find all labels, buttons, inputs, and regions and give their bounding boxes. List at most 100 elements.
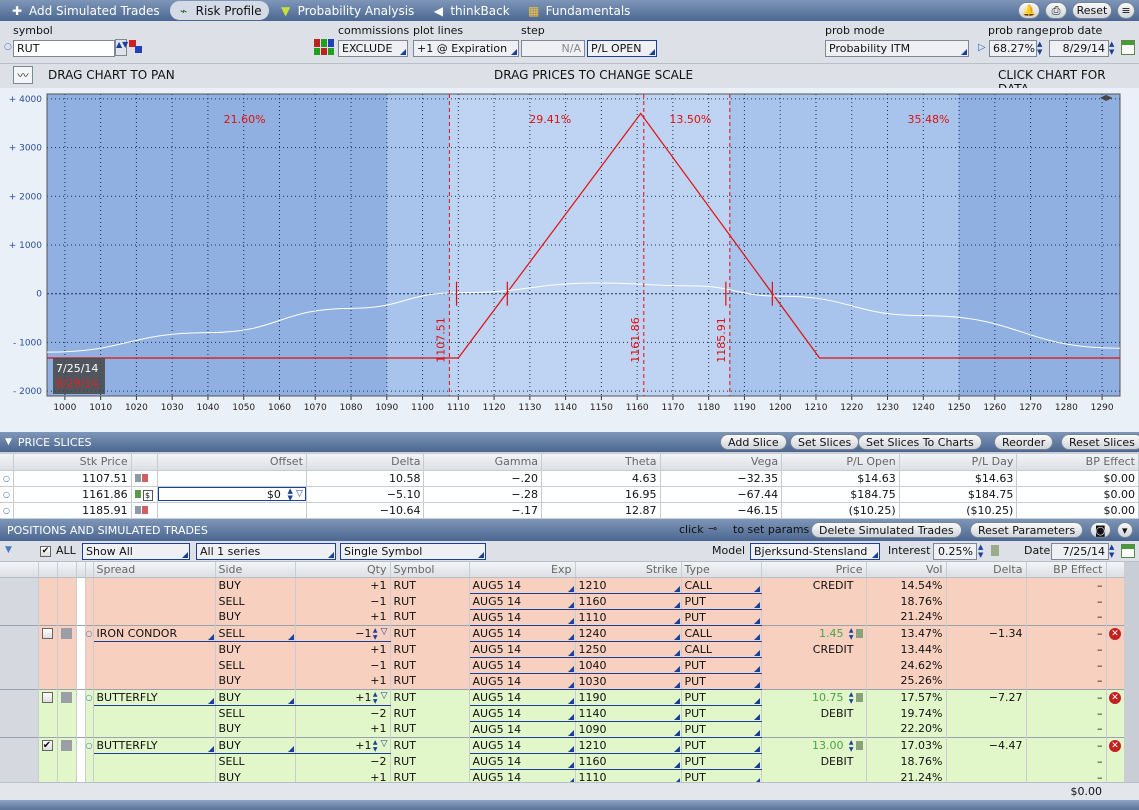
collapse-icon[interactable]: ▼ [5, 437, 12, 447]
tab-probability-analysis[interactable]: ▼ Probability Analysis [272, 1, 422, 20]
type-select[interactable]: CALL [680, 624, 762, 642]
col-symbol[interactable]: Symbol [390, 562, 470, 578]
show-all-select[interactable]: Show All [82, 543, 190, 560]
print-button[interactable]: ⎙ [1045, 2, 1067, 19]
type-select[interactable]: PUT [680, 736, 762, 754]
exp-select[interactable]: AUG5 14 [468, 672, 576, 690]
interest-lock-icon[interactable] [991, 545, 999, 556]
strike-select[interactable]: 1110 [574, 608, 682, 626]
chart-style-icon[interactable]: 〰 [13, 66, 33, 84]
col-vega[interactable]: Vega [660, 454, 783, 471]
calendar-icon[interactable] [1121, 40, 1135, 55]
qty-cell[interactable]: +1 ▲ ▼ ▽ [294, 736, 391, 754]
lock-icon[interactable] [131, 470, 158, 487]
slice-stk-price[interactable]: 1185.91 [13, 502, 132, 519]
prob-date-input[interactable]: 8/29/14 [1049, 40, 1109, 57]
price-lock-icon[interactable] [855, 740, 863, 750]
row-select-checkbox[interactable] [38, 688, 58, 705]
price-cell[interactable]: 1.45 ▲ ▼ [761, 624, 867, 641]
qty-dropdown-icon[interactable]: ▽ [381, 739, 388, 749]
row-color-box[interactable] [57, 688, 77, 705]
qty-stepper[interactable]: ▲ ▼ [373, 627, 378, 641]
spread-select[interactable]: BUTTERFLY [92, 736, 216, 754]
reset-parameters-button[interactable]: Reset Parameters [970, 522, 1084, 538]
exp-select[interactable]: AUG5 14 [468, 624, 576, 642]
qty-cell[interactable]: −1 ▲ ▼ ▽ [294, 624, 391, 642]
exp-select[interactable]: AUG5 14 [468, 576, 576, 594]
strike-select[interactable]: 1140 [574, 704, 682, 722]
price-cell[interactable]: 13.00 ▲ ▼ [761, 736, 867, 753]
col-price[interactable]: Price [761, 562, 867, 578]
prob-range-stepper[interactable]: ▲ ▼ [1037, 40, 1042, 56]
row-dot-icon[interactable]: ○ [85, 736, 94, 753]
col-delta[interactable]: Delta [306, 454, 425, 471]
strike-select[interactable]: 1190 [574, 688, 682, 706]
delete-row-button[interactable]: ✕ [1106, 624, 1125, 641]
risk-profile-svg[interactable]: 1000 1010 1020 1030 1040 1050 1060 1070 1080 1090… [0, 88, 1139, 434]
col-type[interactable]: Type [681, 562, 762, 578]
col-stk-price[interactable]: Stk Price [13, 454, 132, 471]
exp-select[interactable]: AUG5 14 [468, 688, 576, 706]
model-select[interactable]: Bjerksund-Stensland [750, 543, 880, 560]
all-checkbox[interactable]: ✔ [40, 544, 51, 557]
interest-input[interactable]: 0.25% [933, 543, 977, 560]
col-offset[interactable]: Offset [157, 454, 307, 471]
side-cell[interactable]: BUY [214, 688, 296, 706]
tab-add-simulated-trades[interactable]: ✚ Add Simulated Trades [3, 1, 167, 20]
add-slice-button[interactable]: Add Slice [720, 434, 787, 450]
slice-offset[interactable] [157, 502, 307, 519]
offset-input[interactable]: $0 ▲ ▼ ▽ [157, 487, 306, 502]
play-icon[interactable]: ▷ [978, 42, 986, 53]
col-gamma[interactable]: Gamma [423, 454, 543, 471]
exp-select[interactable]: AUG5 14 [468, 640, 576, 658]
delete-row-button[interactable]: ✕ [1106, 736, 1125, 753]
type-select[interactable]: PUT [680, 704, 762, 722]
date-input[interactable]: 7/25/14 [1051, 543, 1109, 560]
exp-select[interactable]: AUG5 14 [468, 736, 576, 754]
exp-select[interactable]: AUG5 14 [468, 608, 576, 626]
col-side[interactable]: Side [215, 562, 296, 578]
menu-button[interactable]: ≡ [1117, 2, 1135, 19]
reorder-button[interactable]: Reorder [994, 434, 1054, 450]
col-qty[interactable]: Qty [295, 562, 391, 578]
col-bp-effect[interactable]: BP Effect [1026, 562, 1107, 578]
delete-row-button[interactable]: ✕ [1106, 688, 1125, 705]
type-select[interactable]: CALL [680, 640, 762, 658]
type-select[interactable]: PUT [680, 752, 762, 770]
qty-dropdown-icon[interactable]: ▽ [381, 627, 388, 637]
price-lock-icon[interactable] [855, 692, 863, 702]
qty-stepper[interactable]: ▲ ▼ [373, 739, 378, 753]
side-cell[interactable]: SELL [214, 624, 296, 642]
tab-risk-profile[interactable]: ⌁ Risk Profile [169, 1, 269, 20]
exp-select[interactable]: AUG5 14 [468, 592, 576, 610]
exp-select[interactable]: AUG5 14 [468, 720, 576, 738]
slice-stk-price[interactable]: 1161.86 [13, 486, 132, 503]
offset-stepper[interactable]: ▲ ▼ [288, 488, 293, 502]
reset-button[interactable]: Reset [1072, 2, 1112, 19]
row-select-checkbox[interactable]: ✔ [38, 736, 58, 753]
col-theta[interactable]: Theta [541, 454, 661, 471]
slice-offset[interactable] [157, 470, 307, 487]
spread-select[interactable]: BUTTERFLY [92, 688, 216, 706]
single-symbol-select[interactable]: Single Symbol [340, 543, 486, 560]
price-stepper[interactable]: ▲ ▼ [849, 691, 854, 705]
series-select[interactable]: All 1 series [196, 543, 336, 560]
col-pl-open[interactable]: P/L Open [781, 454, 900, 471]
strike-select[interactable]: 1090 [574, 720, 682, 738]
strike-select[interactable]: 1210 [574, 736, 682, 754]
row-dot-icon[interactable]: ○ [85, 624, 94, 641]
type-select[interactable]: PUT [680, 688, 762, 706]
offset-dropdown-icon[interactable]: ▽ [296, 489, 303, 499]
lock-icon[interactable]: $ [131, 486, 158, 503]
prob-date-stepper[interactable]: ▲ ▼ [1109, 40, 1114, 56]
qty-dropdown-icon[interactable]: ▽ [381, 691, 388, 701]
exp-select[interactable]: AUG5 14 [468, 704, 576, 722]
set-slices-to-charts-button[interactable]: Set Slices To Charts [858, 434, 982, 450]
col-exp[interactable]: Exp [469, 562, 576, 578]
strike-select[interactable]: 1240 [574, 624, 682, 642]
plot-lines-select[interactable]: +1 @ Expiration [413, 40, 519, 57]
strike-select[interactable]: 1030 [574, 672, 682, 690]
delete-simulated-trades-button[interactable]: Delete Simulated Trades [811, 522, 962, 538]
col-delta[interactable]: Delta [946, 562, 1027, 578]
collapse-positions-button[interactable]: ▾ [1117, 522, 1133, 538]
